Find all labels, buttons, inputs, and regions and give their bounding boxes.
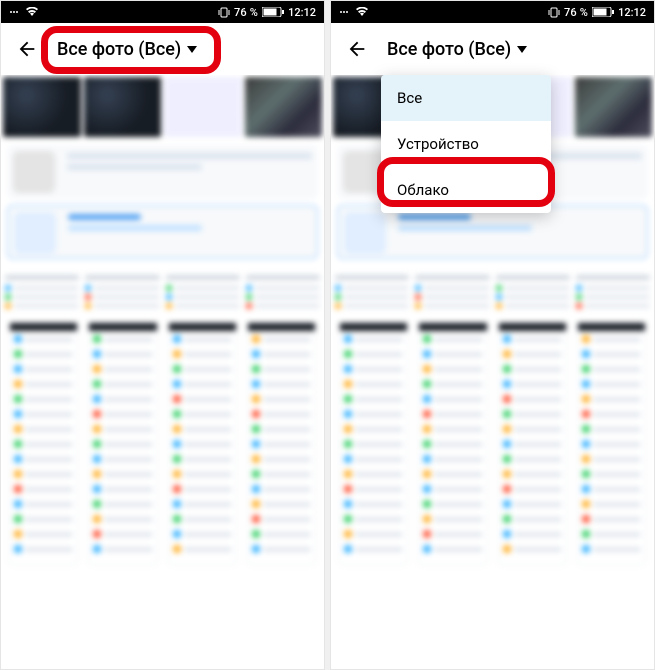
gallery-title: Все фото (Все) (387, 39, 511, 60)
gallery-title: Все фото (Все) (57, 39, 181, 60)
chevron-down-icon (517, 46, 527, 53)
battery-icon (592, 7, 614, 17)
back-arrow-icon (16, 38, 38, 60)
more-icon (339, 7, 349, 17)
wifi-icon (25, 7, 39, 17)
vibrate-icon (218, 7, 230, 18)
filter-dropdown-menu: Все Устройство Облако (381, 75, 551, 213)
right-screenshot: 76 % 12:12 Все фото (Все) (330, 0, 655, 670)
filter-option-all[interactable]: Все (381, 75, 551, 121)
clock: 12:12 (618, 6, 646, 19)
filter-option-device[interactable]: Устройство (381, 121, 551, 167)
status-bar: 76 % 12:12 (1, 1, 324, 23)
filter-option-label: Устройство (397, 135, 479, 153)
filter-option-label: Все (397, 89, 422, 107)
gallery-filter-dropdown[interactable]: Все фото (Все) (49, 35, 205, 64)
back-button[interactable] (341, 33, 373, 65)
filter-option-cloud[interactable]: Облако (381, 167, 551, 213)
battery-icon (262, 7, 284, 17)
back-arrow-icon (346, 38, 368, 60)
app-bar: Все фото (Все) (331, 23, 654, 75)
status-bar: 76 % 12:12 (331, 1, 654, 23)
more-icon (9, 7, 19, 17)
battery-percent: 76 % (564, 6, 588, 19)
filter-option-label: Облако (397, 181, 449, 199)
vibrate-icon (548, 7, 560, 18)
blurred-content (1, 75, 324, 669)
left-screenshot: 76 % 12:12 Все фото (Все) (0, 0, 325, 670)
back-button[interactable] (11, 33, 43, 65)
battery-percent: 76 % (234, 6, 258, 19)
app-bar: Все фото (Все) (1, 23, 324, 75)
chevron-down-icon (187, 46, 197, 53)
gallery-filter-dropdown[interactable]: Все фото (Все) (379, 35, 535, 64)
clock: 12:12 (288, 6, 316, 19)
wifi-icon (355, 7, 369, 17)
